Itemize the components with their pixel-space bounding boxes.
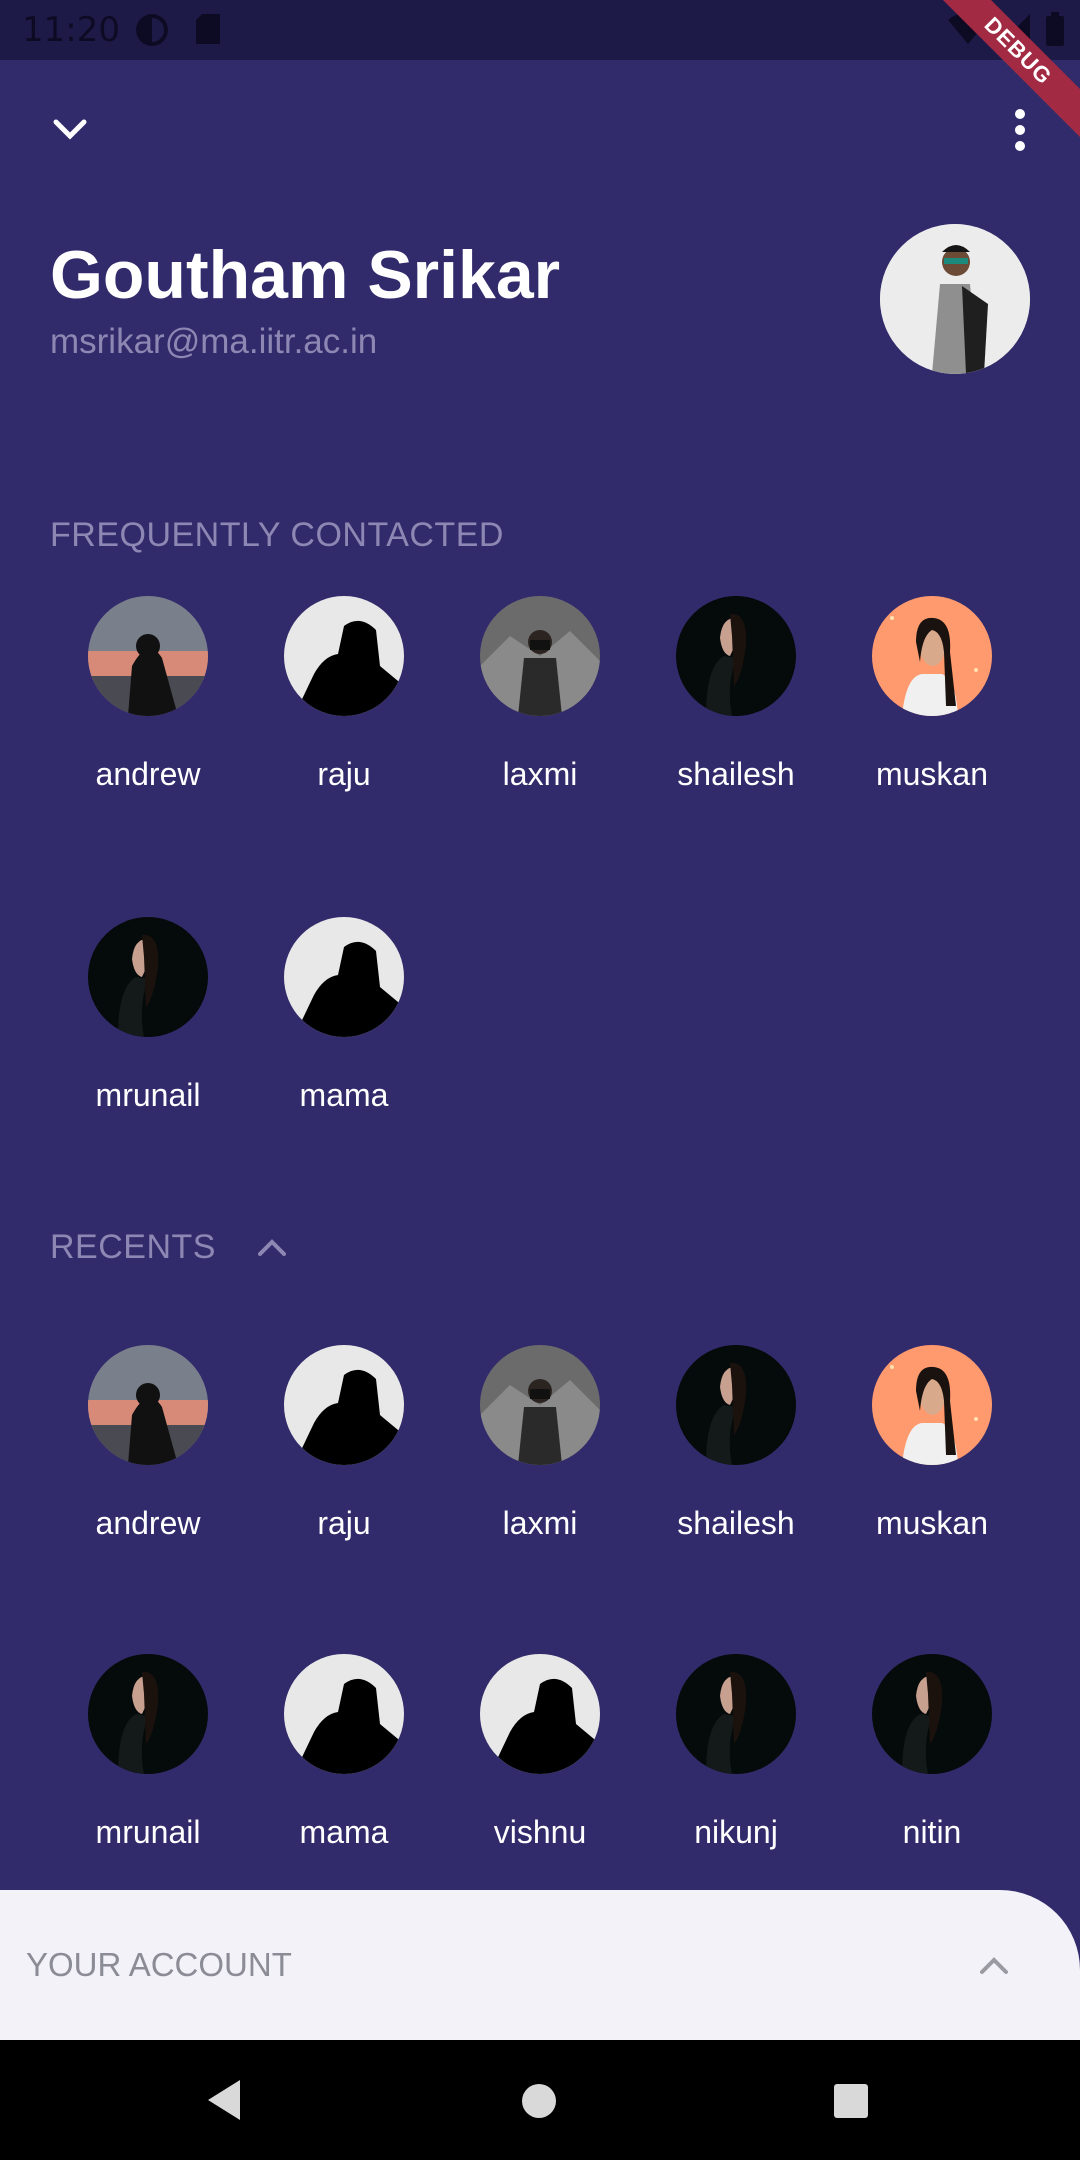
contact-avatar[interactable]	[480, 1345, 600, 1465]
contact-name: mama	[299, 1814, 389, 1850]
contact-avatar[interactable]	[676, 1654, 796, 1774]
contact-name: shailesh	[677, 1505, 795, 1541]
contact-avatar[interactable]	[88, 596, 208, 716]
contact-avatar[interactable]	[872, 1654, 992, 1774]
contact-name: muskan	[875, 756, 989, 792]
home-circle-icon[interactable]	[520, 2082, 558, 2120]
chevron-up-icon[interactable]	[256, 1236, 288, 1260]
profile-name: Goutham Srikar	[50, 237, 561, 313]
contact-avatar[interactable]	[284, 596, 404, 716]
contact-name: laxmi	[502, 756, 578, 792]
contact-avatar[interactable]	[480, 1654, 600, 1774]
back-triangle-icon[interactable]	[204, 2078, 244, 2122]
contact-avatar[interactable]	[480, 596, 600, 716]
recent-contact-nitin[interactable]: nitin	[842, 1654, 1022, 1851]
contact-name: nitin	[902, 1814, 962, 1850]
contact-avatar[interactable]	[284, 1345, 404, 1465]
contact-avatar[interactable]	[872, 1345, 992, 1465]
frequent-contact-andrew[interactable]: andrew	[58, 596, 238, 793]
frequent-contact-shailesh[interactable]: shailesh	[646, 596, 826, 793]
contact-name: mrunail	[95, 1077, 201, 1113]
profile-avatar[interactable]	[880, 224, 1030, 374]
contact-avatar[interactable]	[88, 917, 208, 1037]
recent-contact-andrew[interactable]: andrew	[58, 1345, 238, 1542]
contact-name: mama	[299, 1077, 389, 1113]
contact-avatar[interactable]	[284, 1654, 404, 1774]
system-nav-bar	[0, 2040, 1080, 2160]
sd-card-icon	[196, 14, 220, 44]
contact-avatar[interactable]	[872, 596, 992, 716]
frequent-contact-raju[interactable]: raju	[254, 596, 434, 793]
frequent-contact-mama[interactable]: mama	[254, 917, 434, 1114]
status-bar: 11:20	[0, 0, 1080, 60]
account-sheet-title: YOUR ACCOUNT	[26, 1946, 292, 1983]
chevron-up-icon[interactable]	[978, 1954, 1010, 1978]
contact-avatar[interactable]	[676, 596, 796, 716]
contact-name: laxmi	[502, 1505, 578, 1541]
recent-contact-nikunj[interactable]: nikunj	[646, 1654, 826, 1851]
contact-name: nikunj	[694, 1814, 778, 1850]
data-saver-icon	[136, 14, 168, 46]
frequent-contact-mrunail[interactable]: mrunail	[58, 917, 238, 1114]
recent-contact-mama[interactable]: mama	[254, 1654, 434, 1851]
more-vert-icon[interactable]	[1004, 106, 1036, 154]
recent-contact-laxmi[interactable]: laxmi	[450, 1345, 630, 1542]
contact-name: mrunail	[95, 1814, 201, 1850]
contact-avatar[interactable]	[88, 1654, 208, 1774]
contact-avatar[interactable]	[284, 917, 404, 1037]
frequent-contact-muskan[interactable]: muskan	[842, 596, 1022, 793]
contact-name: andrew	[95, 756, 201, 792]
contact-name: raju	[317, 756, 371, 792]
contact-name: shailesh	[677, 756, 795, 792]
account-sheet[interactable]: YOUR ACCOUNT	[0, 1890, 1080, 2040]
status-time: 11:20	[22, 10, 120, 50]
recents-title: RECENTS	[50, 1228, 216, 1266]
recent-contact-mrunail[interactable]: mrunail	[58, 1654, 238, 1851]
recent-contact-raju[interactable]: raju	[254, 1345, 434, 1542]
frequent-title: FREQUENTLY CONTACTED	[50, 516, 504, 554]
contact-name: muskan	[875, 1505, 989, 1541]
frequent-contact-laxmi[interactable]: laxmi	[450, 596, 630, 793]
recent-contact-vishnu[interactable]: vishnu	[450, 1654, 630, 1851]
battery-icon	[1046, 12, 1064, 46]
contact-name: andrew	[95, 1505, 201, 1541]
contact-avatar[interactable]	[676, 1345, 796, 1465]
contact-name: vishnu	[493, 1814, 587, 1850]
recent-contact-muskan[interactable]: muskan	[842, 1345, 1022, 1542]
contact-name: raju	[317, 1505, 371, 1541]
profile-photo	[880, 224, 1030, 374]
profile-email: msrikar@ma.iitr.ac.in	[50, 322, 378, 361]
contact-avatar[interactable]	[88, 1345, 208, 1465]
recents-square-icon[interactable]	[832, 2082, 870, 2120]
recent-contact-shailesh[interactable]: shailesh	[646, 1345, 826, 1542]
chevron-down-icon[interactable]	[52, 116, 88, 144]
